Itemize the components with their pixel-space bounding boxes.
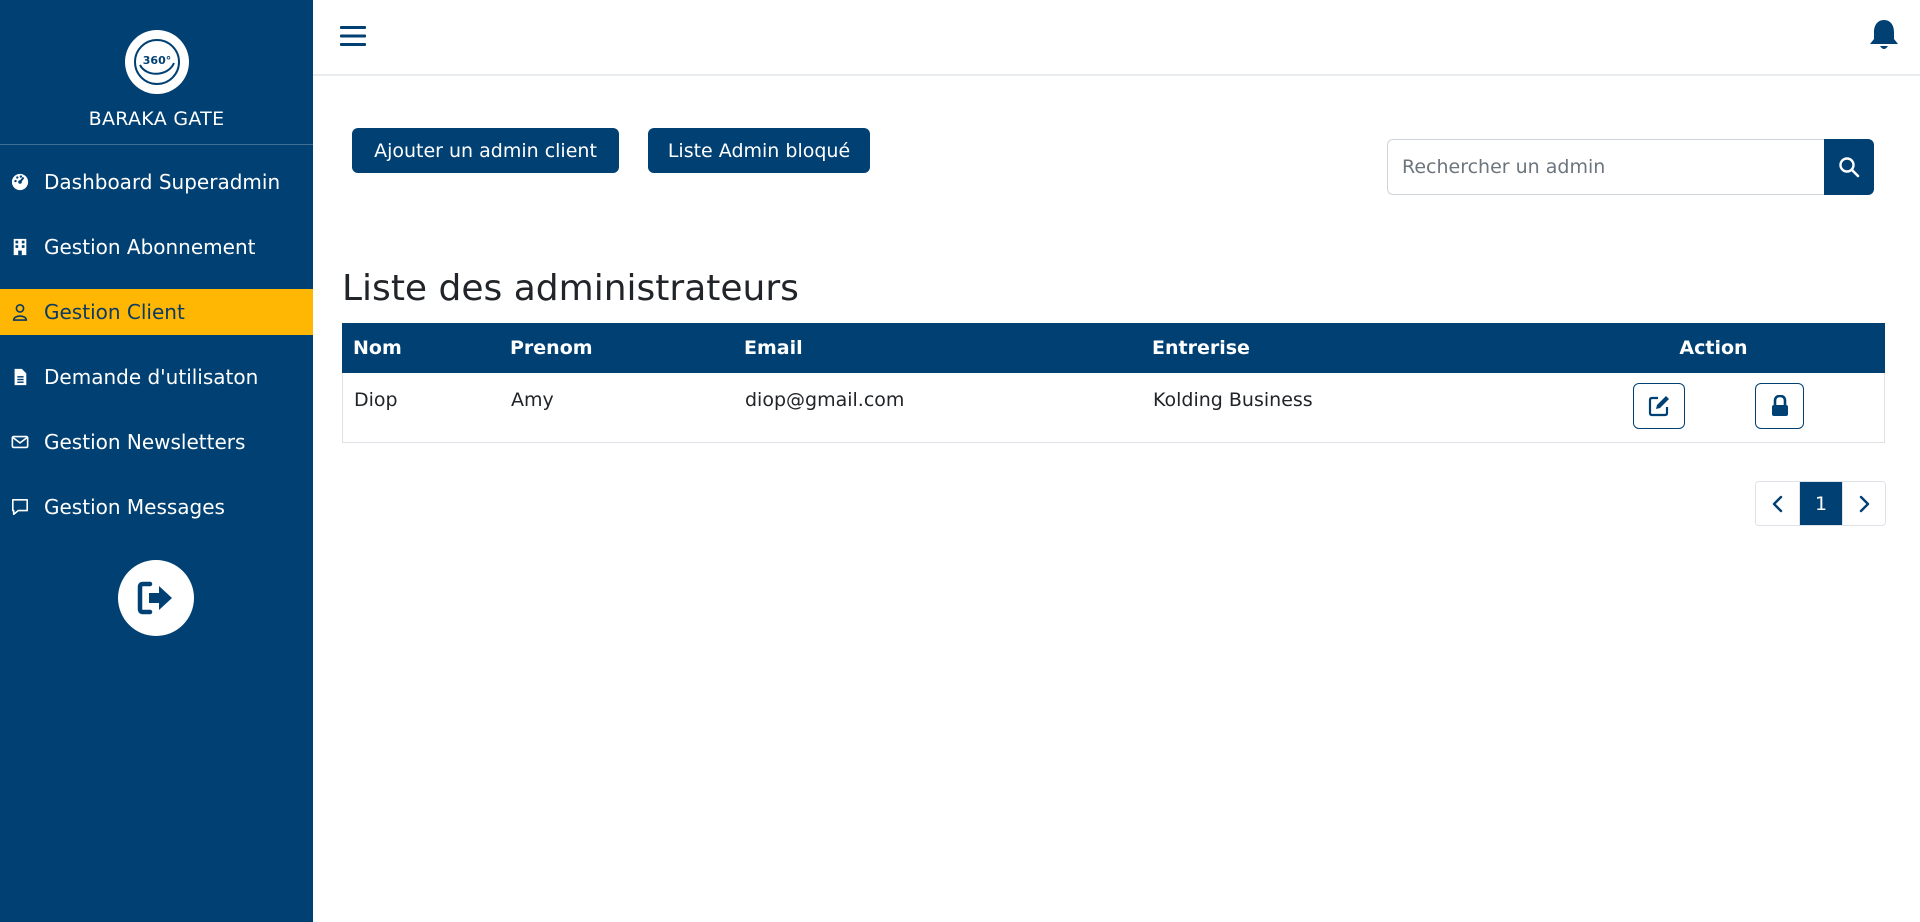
- sidebar-item-label: Gestion Abonnement: [44, 235, 256, 259]
- column-header-prenom[interactable]: Prenom: [499, 337, 733, 359]
- pagination: 1: [1755, 481, 1886, 526]
- svg-text:360°: 360°: [142, 54, 170, 67]
- logout-button[interactable]: [118, 560, 194, 636]
- admin-table: Nom Prenom Email Entrerise Action Diop A…: [342, 323, 1885, 443]
- sidebar-item-label: Gestion Client: [44, 300, 185, 324]
- sidebar-item-messages[interactable]: Gestion Messages: [0, 484, 313, 530]
- add-admin-client-button[interactable]: Ajouter un admin client: [352, 128, 619, 173]
- blocked-admin-list-button[interactable]: Liste Admin bloqué: [648, 128, 870, 173]
- column-header-email[interactable]: Email: [733, 337, 1141, 359]
- pagination-page-1[interactable]: 1: [1799, 482, 1842, 525]
- table-row: Diop Amy diop@gmail.com Kolding Business: [342, 373, 1885, 443]
- hamburger-icon[interactable]: [339, 22, 367, 50]
- column-header-entreprise[interactable]: Entrerise: [1141, 337, 1542, 359]
- lock-icon: [1771, 395, 1788, 416]
- search-input[interactable]: [1387, 139, 1824, 195]
- sidebar-nav: Dashboard Superadmin Gestion Abonnement …: [0, 159, 313, 530]
- page-title: Liste des administrateurs: [342, 268, 799, 309]
- brand-logo[interactable]: 360°: [124, 30, 189, 94]
- sidebar-item-newsletters[interactable]: Gestion Newsletters: [0, 419, 313, 465]
- pagination-next-button[interactable]: [1842, 482, 1885, 525]
- pagination-prev-button[interactable]: [1756, 482, 1799, 525]
- edit-icon: [1648, 396, 1669, 417]
- search-button[interactable]: [1824, 139, 1874, 195]
- chevron-left-icon: [1772, 495, 1782, 512]
- block-admin-button[interactable]: [1755, 383, 1804, 429]
- topbar: [313, 0, 1920, 76]
- sidebar-item-label: Gestion Newsletters: [44, 430, 246, 454]
- bell-icon[interactable]: [1868, 18, 1900, 52]
- table-header: Nom Prenom Email Entrerise Action: [342, 323, 1885, 373]
- building-icon: [10, 237, 30, 257]
- column-header-nom[interactable]: Nom: [342, 337, 499, 359]
- cell-email: diop@gmail.com: [745, 389, 905, 411]
- sidebar-item-gestion-client[interactable]: Gestion Client: [0, 289, 313, 335]
- column-header-action: Action: [1679, 337, 1748, 359]
- envelope-icon: [10, 432, 30, 452]
- edit-admin-button[interactable]: [1633, 383, 1685, 429]
- search-bar: [1387, 139, 1874, 195]
- cell-prenom: Amy: [511, 389, 554, 411]
- sidebar-item-label: Gestion Messages: [44, 495, 225, 519]
- brand-name: BARAKA GATE: [88, 108, 225, 130]
- file-icon: [10, 367, 30, 387]
- sidebar-item-abonnement[interactable]: Gestion Abonnement: [0, 224, 313, 270]
- brand: 360° BARAKA GATE: [0, 0, 313, 145]
- search-icon: [1839, 157, 1860, 178]
- sign-out-icon: [137, 581, 172, 615]
- sidebar-item-label: Demande d'utilisaton: [44, 365, 259, 389]
- user-icon: [10, 302, 30, 322]
- comment-icon: [10, 497, 30, 517]
- cell-actions: [1543, 373, 1884, 429]
- sidebar-item-label: Dashboard Superadmin: [44, 170, 281, 194]
- cell-nom: Diop: [354, 389, 398, 411]
- sidebar-item-dashboard[interactable]: Dashboard Superadmin: [0, 159, 313, 205]
- logo-360-icon: 360°: [133, 39, 180, 85]
- chevron-right-icon: [1859, 495, 1870, 512]
- cell-entreprise: Kolding Business: [1153, 389, 1313, 411]
- sidebar-item-demande[interactable]: Demande d'utilisaton: [0, 354, 313, 400]
- sidebar: 360° BARAKA GATE Dashboard Superadmin Ge…: [0, 0, 313, 922]
- dashboard-icon: [10, 172, 30, 192]
